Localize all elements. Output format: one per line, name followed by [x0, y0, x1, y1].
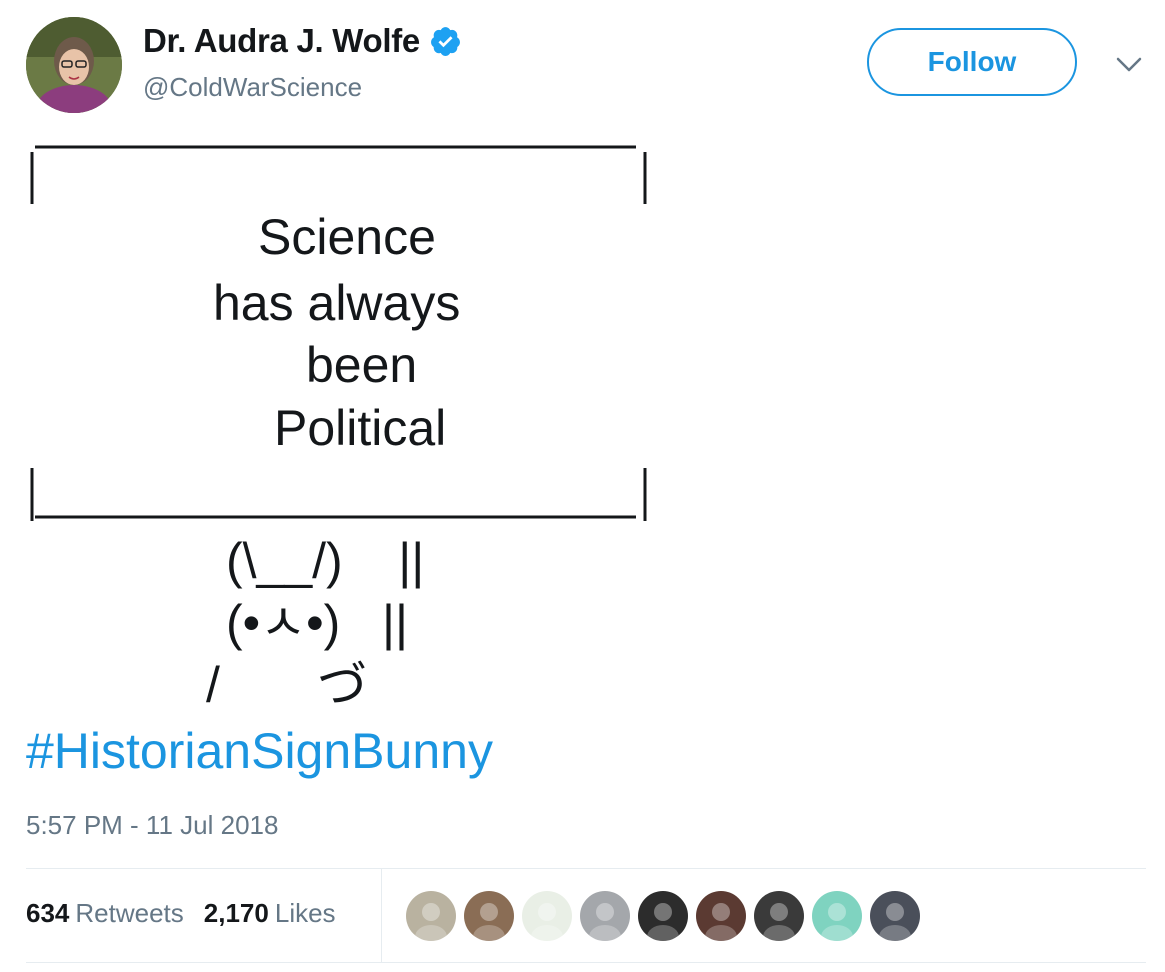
likes-label: Likes [274, 898, 336, 928]
likes-stat[interactable]: 2,170 Likes [204, 898, 336, 929]
liker-avatar-4[interactable] [580, 891, 630, 941]
bunny-line-1: (\__/) || [226, 533, 425, 589]
bunny-line-2: (•ㅅ•) || [226, 595, 408, 651]
hashtag-link[interactable]: #HistorianSignBunny [26, 722, 493, 780]
stats-divider [381, 869, 382, 962]
liker-avatar-9[interactable] [870, 891, 920, 941]
liker-avatar-3[interactable] [522, 891, 572, 941]
engagement-stats: 634 Retweets 2,170 Likes [26, 898, 336, 929]
sign-line-3: been [306, 337, 418, 393]
tweet-timestamp[interactable]: 5:57 PM - 11 Jul 2018 [26, 810, 278, 841]
sign-line-4: Political [274, 400, 447, 456]
liker-avatar-6[interactable] [696, 891, 746, 941]
liker-avatar-1[interactable] [406, 891, 456, 941]
liker-avatar-5[interactable] [638, 891, 688, 941]
liker-avatars [406, 891, 920, 941]
tweet-text: Science has always been Political (\__/)… [26, 118, 726, 718]
divider [26, 868, 1146, 869]
retweets-stat[interactable]: 634 Retweets [26, 898, 184, 929]
author-display-name[interactable]: Dr. Audra J. Wolfe [143, 22, 462, 60]
bunny-line-3: / づ [206, 657, 368, 713]
author-name-text: Dr. Audra J. Wolfe [143, 22, 420, 59]
sign-line-1: Science [258, 209, 436, 265]
verified-badge-icon [429, 25, 462, 58]
divider [26, 962, 1146, 963]
follow-button[interactable]: Follow [867, 28, 1077, 96]
author-handle[interactable]: @ColdWarScience [143, 72, 362, 103]
likes-count: 2,170 [203, 898, 269, 928]
chevron-down-icon[interactable] [1112, 50, 1146, 78]
liker-avatar-7[interactable] [754, 891, 804, 941]
liker-avatar-2[interactable] [464, 891, 514, 941]
retweets-label: Retweets [75, 898, 184, 928]
retweets-count: 634 [26, 898, 70, 928]
sign-line-2: has always [213, 275, 461, 331]
liker-avatar-8[interactable] [812, 891, 862, 941]
author-avatar[interactable] [26, 17, 122, 113]
